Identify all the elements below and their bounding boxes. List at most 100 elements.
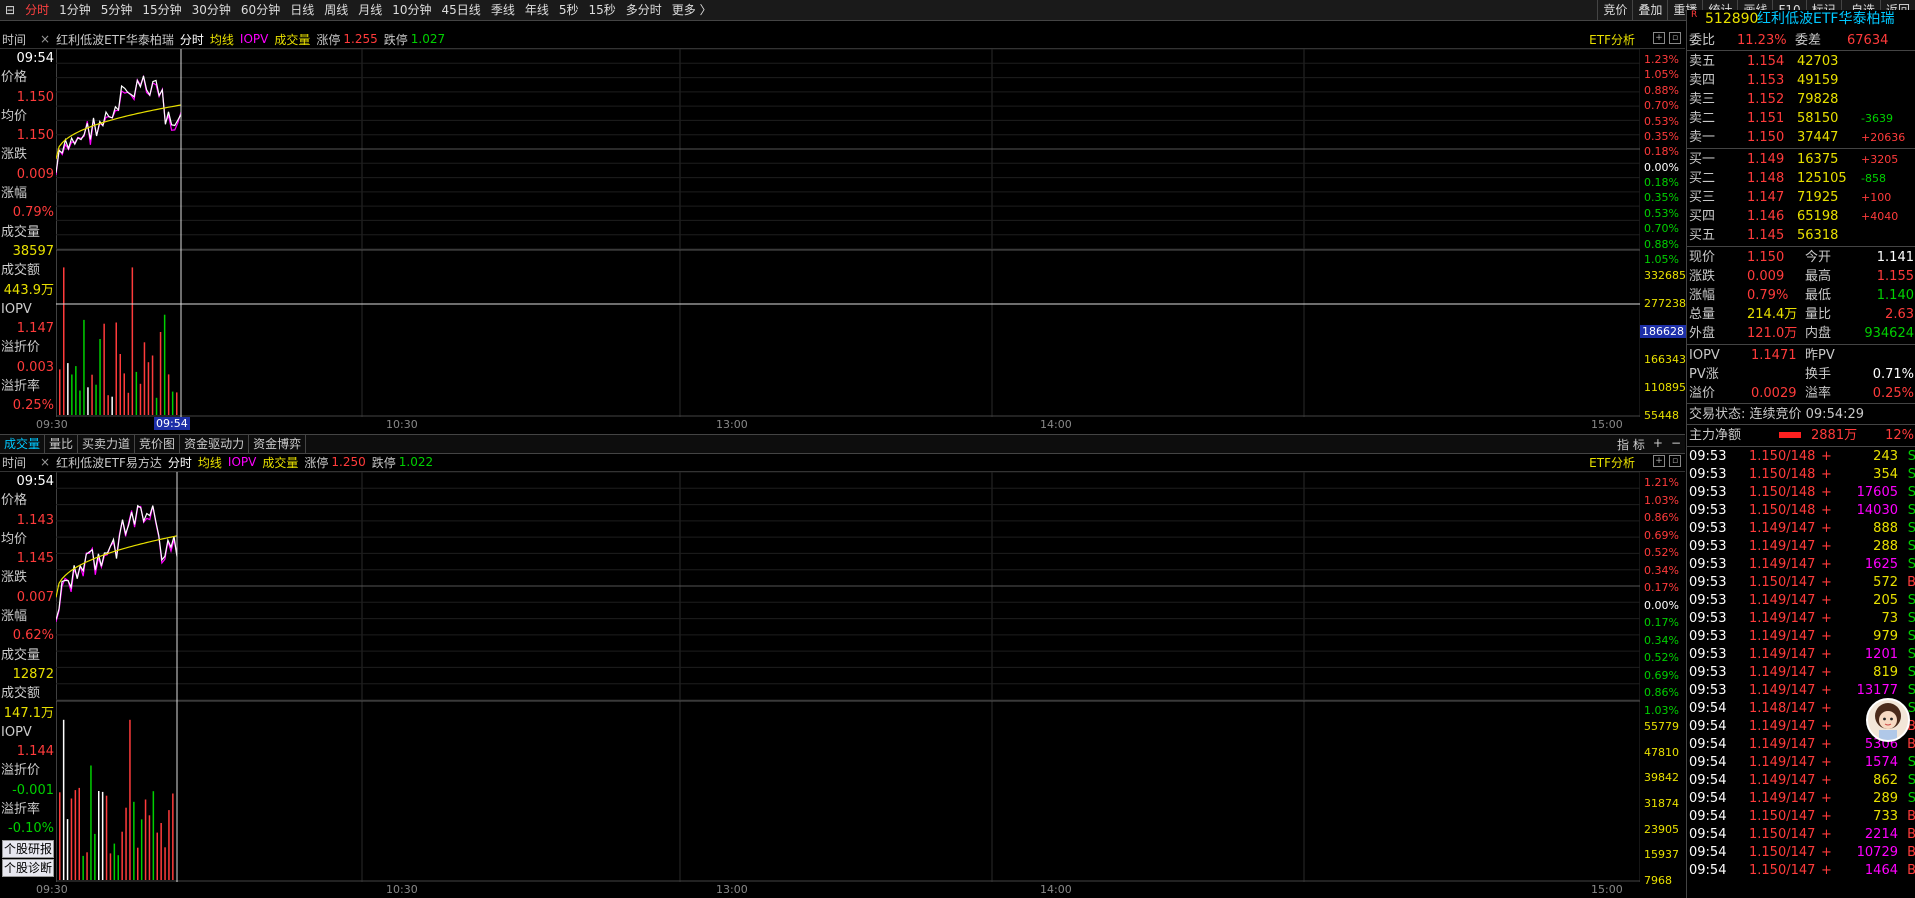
period-tab-4[interactable]: 30分钟 <box>187 0 236 20</box>
panel2-chart[interactable] <box>56 472 1640 882</box>
volume-toggle[interactable]: 成交量 <box>262 454 298 471</box>
tick-row: 09:54 1.149/147 +862 S <box>1687 772 1915 790</box>
period-tab-9[interactable]: 10分钟 <box>387 0 436 20</box>
volume-bar <box>152 791 155 880</box>
window-icon[interactable]: ▫ <box>1669 32 1681 44</box>
divider <box>1687 246 1915 247</box>
stat-label: 最高 <box>1805 269 1832 284</box>
info-label-9: 溢折率 <box>1 802 41 818</box>
close-icon[interactable]: × <box>40 32 50 46</box>
period-tab-5[interactable]: 60分钟 <box>236 0 285 20</box>
period-tab-3[interactable]: 15分钟 <box>137 0 186 20</box>
toolbar-right-1[interactable]: 叠加 <box>1632 0 1667 20</box>
indicator-tab-0[interactable]: 成交量 <box>0 435 46 453</box>
period-tab-15[interactable]: 多分时 <box>621 0 667 20</box>
fenshi-toggle[interactable]: 分时 <box>180 31 204 48</box>
pct-tick-3: 0.69% <box>1644 528 1679 542</box>
period-tab-16[interactable]: 更多 〉 <box>667 0 717 20</box>
weicha-label: 委差 <box>1795 33 1822 48</box>
time-tick-4: 15:00 <box>1591 418 1623 431</box>
pct-tick-1: 1.05% <box>1644 68 1679 82</box>
zoom-icon[interactable]: + <box>1653 32 1665 44</box>
period-tab-1[interactable]: 1分钟 <box>54 0 96 20</box>
ask-price: 1.153 <box>1747 73 1785 88</box>
period-tab-7[interactable]: 周线 <box>319 0 353 20</box>
stat-value: 0.009 <box>1747 269 1785 284</box>
quote-panel: R 512890 红利低波ETF华泰柏瑞 委比 11.23% 委差 67634 卖五 1.154… <box>1686 10 1915 898</box>
pct-tick-5: 0.34% <box>1644 563 1679 577</box>
ask-volume: 79828 <box>1797 92 1839 107</box>
period-tab-6[interactable]: 日线 <box>285 0 319 20</box>
security-name[interactable]: 红利低波ETF华泰柏瑞 <box>56 31 174 48</box>
indicator-tab-4[interactable]: 资金驱动力 <box>180 435 250 453</box>
tick-row: 09:53 1.149/147 +819 S <box>1687 664 1915 682</box>
tick-direction: S <box>1907 647 1915 662</box>
tick-time: 09:53 <box>1689 683 1727 698</box>
badge: R <box>1691 10 1698 20</box>
fenshi-toggle[interactable]: 分时 <box>168 454 192 471</box>
tick-direction: B <box>1907 827 1915 842</box>
ask-volume: 42703 <box>1797 54 1839 69</box>
tick-price: 1.149/147 <box>1749 665 1816 680</box>
indicator-ctrl-1[interactable]: + <box>1653 436 1663 453</box>
tick-price: 1.150/148 <box>1749 485 1816 500</box>
period-tab-10[interactable]: 45日线 <box>437 0 486 20</box>
period-tab-0[interactable]: 分时 <box>20 0 54 20</box>
cursor-time-label: 09:54 <box>154 417 190 430</box>
report-button-0[interactable]: 个股研报 <box>2 839 54 858</box>
tick-volume: 13177 <box>1856 683 1898 698</box>
tick-volume: 1574 <box>1864 755 1898 770</box>
period-tab-12[interactable]: 年线 <box>520 0 554 20</box>
window-icon[interactable]: ▫ <box>1669 455 1681 467</box>
tick-volume: 888 <box>1873 521 1898 536</box>
panel1-right-scale: 1.23% 1.05% 0.88% 0.70% 0.53% 0.35% 0.18% 0.00%… <box>1640 49 1686 422</box>
junxian-toggle[interactable]: 均线 <box>198 454 222 471</box>
close-icon[interactable]: × <box>40 455 50 469</box>
period-tab-8[interactable]: 月线 <box>353 0 387 20</box>
report-button-1[interactable]: 个股诊断 <box>2 858 54 877</box>
tick-volume: 733 <box>1873 809 1898 824</box>
etf-analysis-button[interactable]: ETF分析 <box>1589 31 1635 48</box>
panel1-chart[interactable] <box>56 49 1640 417</box>
etf-analysis-button[interactable]: ETF分析 <box>1589 454 1635 471</box>
iopv-toggle[interactable]: IOPV <box>240 32 268 46</box>
pct-tick-7: 0.00% <box>1644 598 1679 612</box>
tick-plus: + <box>1821 539 1832 554</box>
assistant-avatar[interactable] <box>1866 698 1910 742</box>
panel1-info-column: 09:54 价格 1.150 均价 1.150 涨跌 0.009 涨幅 0.79% 成交量 3859… <box>0 49 57 417</box>
indicator-ctrl-0[interactable]: 指 标 <box>1617 436 1645 453</box>
period-tab-2[interactable]: 5分钟 <box>96 0 138 20</box>
volume-bar <box>59 369 61 415</box>
indicator-tab-5[interactable]: 资金博弈 <box>249 435 307 453</box>
vol-tick-0: 55779 <box>1644 720 1679 733</box>
indicator-tab-2[interactable]: 买卖力道 <box>78 435 136 453</box>
toolbar-menu-icon[interactable]: ⊟ <box>0 0 20 20</box>
tick-time: 09:54 <box>1689 863 1727 878</box>
volume-bar <box>83 319 85 415</box>
volume-bar <box>63 267 65 415</box>
iopv-toggle[interactable]: IOPV <box>228 455 256 469</box>
tick-plus: + <box>1821 449 1832 464</box>
tick-row: 09:53 1.149/147 +979 S <box>1687 628 1915 646</box>
period-tab-13[interactable]: 5秒 <box>554 0 584 20</box>
toolbar-right-0[interactable]: 竞价 <box>1597 0 1632 20</box>
divider <box>1687 424 1915 425</box>
indicator-tab-1[interactable]: 量比 <box>45 435 79 453</box>
divider <box>1687 148 1915 149</box>
pct-tick-4: 0.52% <box>1644 546 1679 560</box>
volume-bar <box>95 384 97 415</box>
period-tab-11[interactable]: 季线 <box>486 0 520 20</box>
stat-row-0: 现价 1.150 今开 1.141 <box>1687 248 1915 267</box>
security-name[interactable]: 红利低波ETF易方达 <box>56 454 162 471</box>
volume-toggle[interactable]: 成交量 <box>274 31 310 48</box>
indicator-ctrl-2[interactable]: − <box>1671 436 1681 453</box>
stat-label: 内盘 <box>1805 326 1832 341</box>
iopv-value: 0.0029 <box>1751 386 1797 401</box>
volume-bar <box>176 392 178 415</box>
period-tab-14[interactable]: 15秒 <box>583 0 620 20</box>
tick-price: 1.149/147 <box>1749 593 1816 608</box>
indicator-tab-3[interactable]: 竞价图 <box>135 435 181 453</box>
junxian-toggle[interactable]: 均线 <box>210 31 234 48</box>
zoom-icon[interactable]: + <box>1653 455 1665 467</box>
stat-value: 121.0万 <box>1747 326 1798 341</box>
